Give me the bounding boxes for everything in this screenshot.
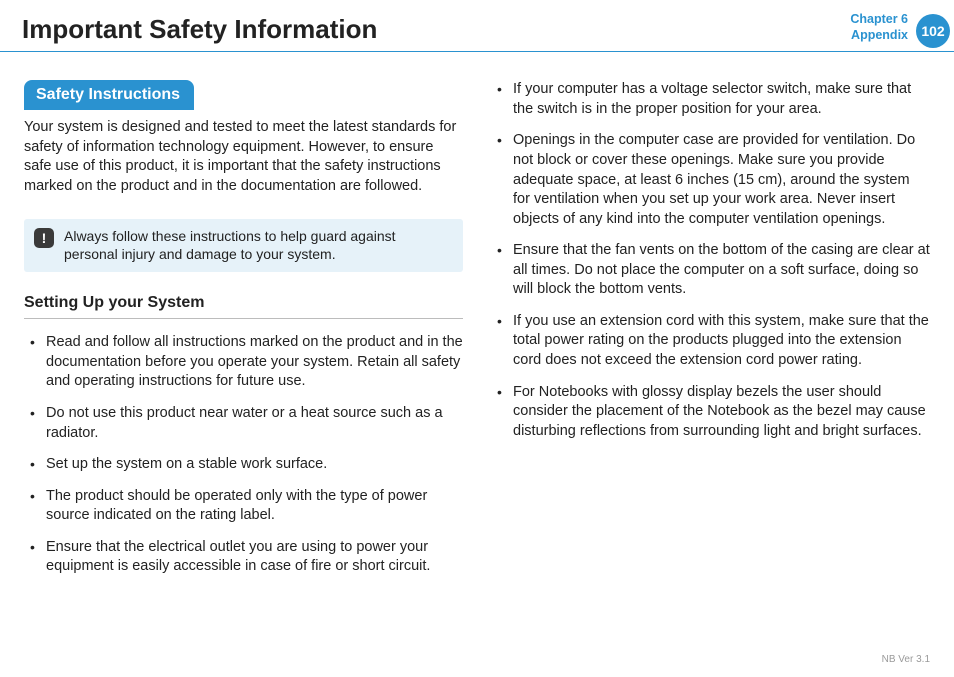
section-heading-safety-instructions: Safety Instructions xyxy=(24,80,194,110)
subheading-setting-up: Setting Up your System xyxy=(24,294,463,319)
warning-icon: ! xyxy=(34,228,54,248)
page-header: Important Safety Information Chapter 6 A… xyxy=(0,0,954,52)
chapter-line-2: Appendix xyxy=(850,28,908,44)
chapter-label: Chapter 6 Appendix xyxy=(850,12,908,45)
warning-text: Always follow these instructions to help… xyxy=(64,227,451,265)
right-bullet-list: If your computer has a voltage selector … xyxy=(491,80,930,441)
list-item: Openings in the computer case are provid… xyxy=(491,131,930,229)
header-right: Chapter 6 Appendix 102 xyxy=(850,12,954,45)
list-item: Ensure that the fan vents on the bottom … xyxy=(491,241,930,300)
intro-paragraph: Your system is designed and tested to me… xyxy=(24,118,463,196)
list-item: If you use an extension cord with this s… xyxy=(491,312,930,371)
list-item: Read and follow all instructions marked … xyxy=(24,333,463,392)
left-column: Safety Instructions Your system is desig… xyxy=(24,80,463,589)
version-note: NB Ver 3.1 xyxy=(882,654,930,665)
content-columns: Safety Instructions Your system is desig… xyxy=(0,52,954,589)
left-bullet-list: Read and follow all instructions marked … xyxy=(24,333,463,577)
page-title: Important Safety Information xyxy=(22,14,377,45)
right-column: If your computer has a voltage selector … xyxy=(491,80,930,589)
list-item: Do not use this product near water or a … xyxy=(24,404,463,443)
list-item: Ensure that the electrical outlet you ar… xyxy=(24,538,463,577)
list-item: If your computer has a voltage selector … xyxy=(491,80,930,119)
list-item: The product should be operated only with… xyxy=(24,487,463,526)
list-item: For Notebooks with glossy display bezels… xyxy=(491,383,930,442)
chapter-line-1: Chapter 6 xyxy=(850,12,908,28)
warning-callout: ! Always follow these instructions to he… xyxy=(24,219,463,273)
list-item: Set up the system on a stable work surfa… xyxy=(24,455,463,475)
page-number-badge: 102 xyxy=(916,14,950,48)
